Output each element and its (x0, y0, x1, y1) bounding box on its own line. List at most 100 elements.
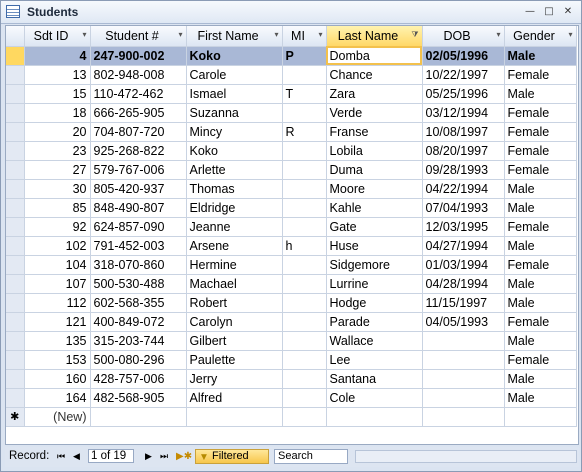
record-selector[interactable] (6, 388, 25, 408)
cell-mi[interactable] (282, 293, 327, 313)
cell-last-name[interactable]: Gate (326, 217, 423, 237)
cell-sdt-id[interactable]: 85 (24, 198, 91, 218)
cell-dob[interactable]: 12/03/1995 (422, 217, 505, 237)
cell-student-number[interactable]: 925-268-822 (90, 141, 187, 161)
cell-dob[interactable]: 04/27/1994 (422, 236, 505, 256)
cell-student-number[interactable]: 500-530-488 (90, 274, 187, 294)
cell-sdt-id[interactable]: 104 (24, 255, 91, 275)
cell-first-name[interactable]: Mincy (186, 122, 283, 142)
close-button[interactable]: ✕ (561, 5, 575, 18)
cell-dob[interactable]: 04/22/1994 (422, 179, 505, 199)
cell-student-number[interactable]: 315-203-744 (90, 331, 187, 351)
table-row[interactable]: 15 110-472-462 Ismael T Zara 05/25/1996 Male (6, 84, 577, 104)
cell-mi[interactable]: R (282, 122, 327, 142)
cell-dob[interactable]: 02/05/1996 (422, 46, 505, 66)
cell-first-name[interactable]: Gilbert (186, 331, 283, 351)
cell-sdt-id[interactable]: 18 (24, 103, 91, 123)
cell-gender[interactable]: Male (504, 388, 577, 408)
cell-first-name[interactable]: Hermine (186, 255, 283, 275)
cell-last-name[interactable]: Zara (326, 84, 423, 104)
cell-first-name[interactable]: Thomas (186, 179, 283, 199)
first-record-icon[interactable]: ⏮ (57, 452, 65, 462)
table-row[interactable]: 18 666-265-905 Suzanna Verde 03/12/1994 Femal… (6, 103, 577, 123)
cell-gender[interactable]: Female (504, 350, 577, 370)
cell-gender[interactable]: Male (504, 331, 577, 351)
next-record-icon[interactable]: ▶ (145, 452, 152, 462)
cell-mi[interactable] (282, 388, 327, 408)
cell-dob[interactable]: 05/25/1996 (422, 84, 505, 104)
cell-mi[interactable] (282, 65, 327, 85)
cell-sdt-id[interactable]: 4 (24, 46, 91, 66)
cell-gender[interactable]: Female (504, 65, 577, 85)
cell-student-number[interactable]: 848-490-807 (90, 198, 187, 218)
new-record-cell[interactable] (282, 407, 327, 427)
column-header-dob[interactable]: DOB ▾ (422, 26, 505, 47)
cell-student-number[interactable]: 247-900-002 (90, 46, 187, 66)
sort-dropdown-icon[interactable]: ▾ (318, 30, 322, 39)
cell-gender[interactable]: Female (504, 217, 577, 237)
cell-student-number[interactable]: 704-807-720 (90, 122, 187, 142)
cell-gender[interactable]: Male (504, 274, 577, 294)
cell-sdt-id[interactable]: 160 (24, 369, 91, 389)
cell-last-name[interactable]: Sidgemore (326, 255, 423, 275)
cell-mi[interactable]: h (282, 236, 327, 256)
last-record-icon[interactable]: ⏭ (160, 452, 168, 462)
cell-mi[interactable]: P (282, 46, 327, 66)
sort-dropdown-icon[interactable]: ▾ (496, 30, 500, 39)
minimize-button[interactable]: — (523, 5, 537, 18)
cell-dob[interactable] (422, 350, 505, 370)
cell-dob[interactable]: 10/22/1997 (422, 65, 505, 85)
cell-dob[interactable]: 04/05/1993 (422, 312, 505, 332)
cell-dob[interactable]: 11/15/1997 (422, 293, 505, 313)
cell-mi[interactable] (282, 160, 327, 180)
cell-last-name[interactable]: Kahle (326, 198, 423, 218)
sort-dropdown-icon[interactable]: ▾ (178, 30, 182, 39)
cell-student-number[interactable]: 805-420-937 (90, 179, 187, 199)
record-selector[interactable] (6, 179, 25, 199)
table-row[interactable]: 92 624-857-090 Jeanne Gate 12/03/1995 Female (6, 217, 577, 237)
cell-last-name[interactable]: Lee (326, 350, 423, 370)
cell-mi[interactable] (282, 198, 327, 218)
filter-dropdown-icon[interactable]: ⧩ (411, 30, 418, 40)
cell-last-name[interactable]: Franse (326, 122, 423, 142)
cell-first-name[interactable]: Paulette (186, 350, 283, 370)
record-selector[interactable] (6, 312, 25, 332)
record-selector[interactable] (6, 350, 25, 370)
cell-dob[interactable] (422, 331, 505, 351)
record-selector[interactable] (6, 141, 25, 161)
sort-dropdown-icon[interactable]: ▾ (568, 30, 572, 39)
table-row[interactable]: 13 802-948-008 Carole Chance 10/22/1997 Femal… (6, 65, 577, 85)
cell-last-name[interactable]: Chance (326, 65, 423, 85)
cell-mi[interactable]: T (282, 84, 327, 104)
record-selector[interactable] (6, 217, 25, 237)
cell-last-name[interactable]: Duma (326, 160, 423, 180)
cell-student-number[interactable]: 318-070-860 (90, 255, 187, 275)
cell-dob[interactable]: 07/04/1993 (422, 198, 505, 218)
cell-mi[interactable] (282, 369, 327, 389)
cell-first-name[interactable]: Machael (186, 274, 283, 294)
cell-mi[interactable] (282, 331, 327, 351)
cell-last-name[interactable]: Santana (326, 369, 423, 389)
cell-gender[interactable]: Female (504, 141, 577, 161)
cell-last-name[interactable]: Lobila (326, 141, 423, 161)
cell-last-name[interactable]: Parade (326, 312, 423, 332)
table-row[interactable]: 85 848-490-807 Eldridge Kahle 07/04/1993 Male (6, 198, 577, 218)
cell-sdt-id[interactable]: 15 (24, 84, 91, 104)
restore-button[interactable]: □ (542, 5, 556, 18)
cell-gender[interactable]: Male (504, 369, 577, 389)
table-row[interactable]: 121 400-849-072 Carolyn Parade 04/05/1993 Fem… (6, 312, 577, 332)
cell-dob[interactable]: 03/12/1994 (422, 103, 505, 123)
new-record-cell[interactable] (90, 407, 187, 427)
table-row[interactable]: 23 925-268-822 Koko Lobila 08/20/1997 Female (6, 141, 577, 161)
cell-student-number[interactable]: 791-452-003 (90, 236, 187, 256)
new-record-cell[interactable] (326, 407, 423, 427)
cell-last-name[interactable]: Lurrine (326, 274, 423, 294)
record-selector[interactable] (6, 369, 25, 389)
table-row[interactable]: 160 428-757-006 Jerry Santana Male (6, 369, 577, 389)
record-selector[interactable] (6, 65, 25, 85)
record-selector[interactable] (6, 274, 25, 294)
cell-dob[interactable]: 01/03/1994 (422, 255, 505, 275)
table-row[interactable]: 112 602-568-355 Robert Hodge 11/15/1997 Male (6, 293, 577, 313)
cell-first-name[interactable]: Jeanne (186, 217, 283, 237)
cell-student-number[interactable]: 110-472-462 (90, 84, 187, 104)
